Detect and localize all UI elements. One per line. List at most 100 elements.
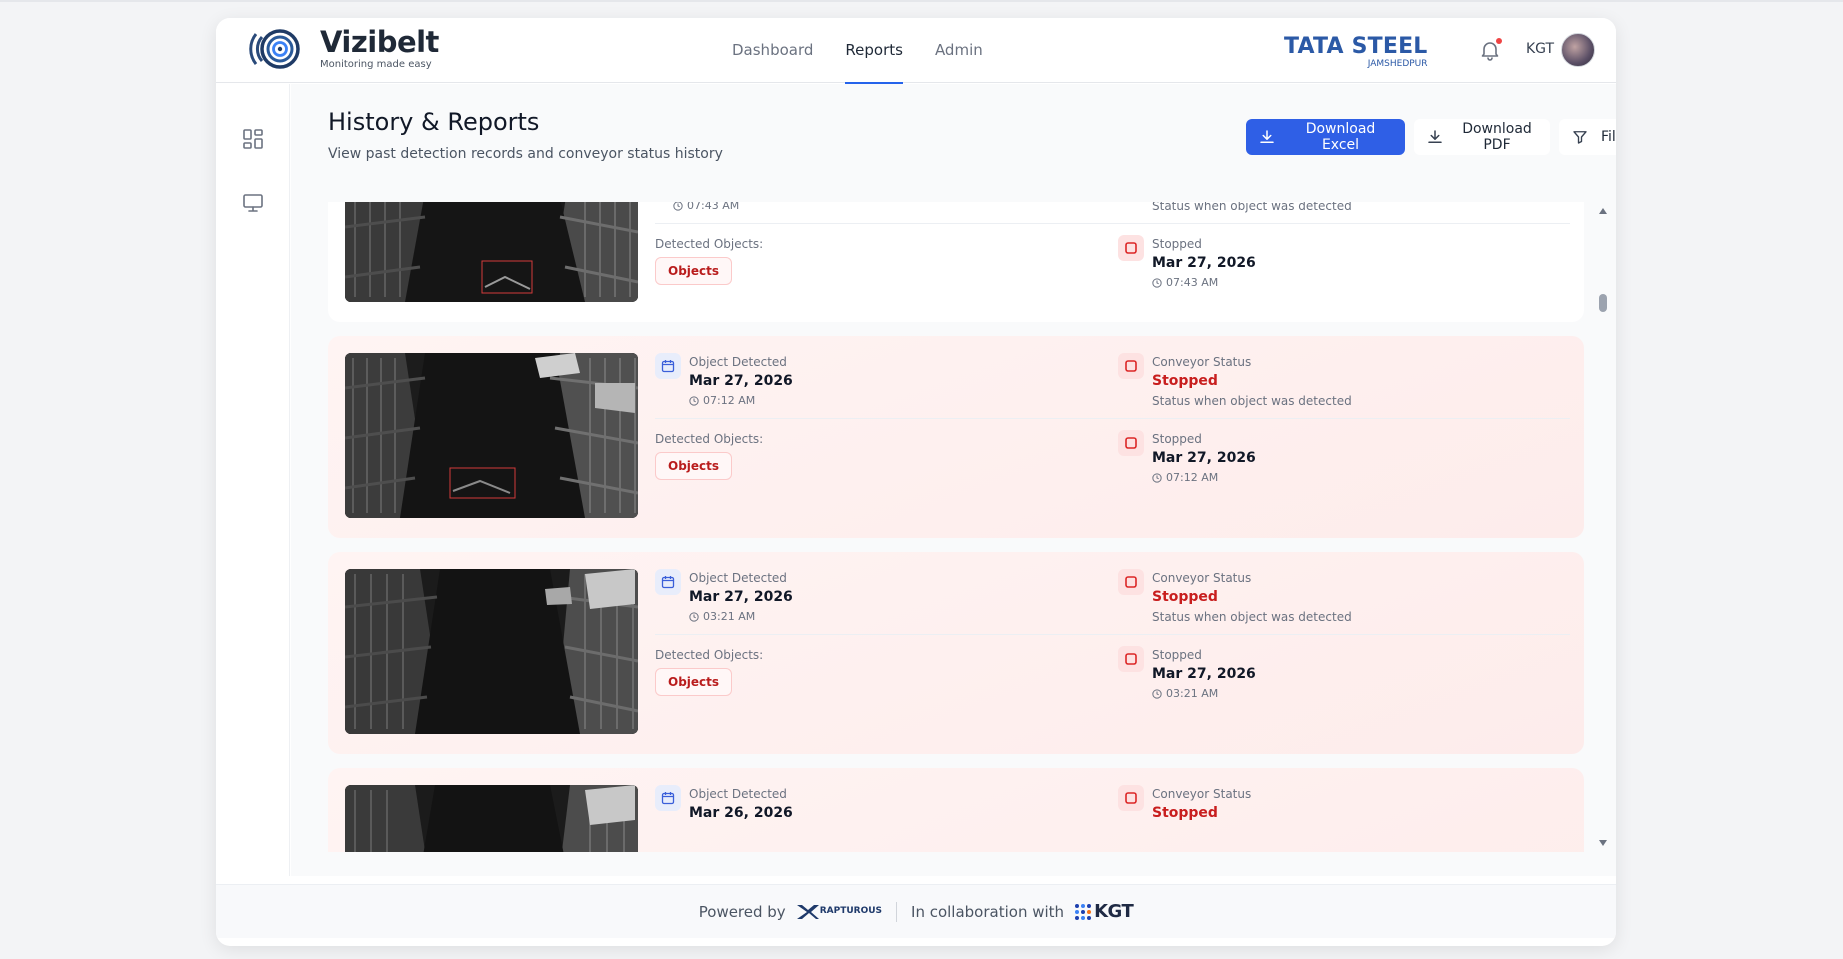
conveyor-status-value: Stopped [1152,373,1218,389]
card-divider [655,634,1570,635]
detection-snapshot[interactable] [345,785,638,852]
objects-chip[interactable]: Objects [655,257,733,285]
stopped-time: 07:43 AM [1152,276,1218,289]
filter-label: Filter [1601,129,1616,145]
nav-admin[interactable]: Admin [919,18,999,83]
detection-snapshot[interactable] [345,569,638,734]
stop-icon-box [1118,569,1144,595]
conveyor-status-label: Conveyor Status [1152,571,1252,585]
detected-time: 07:12 AM [689,394,755,407]
download-icon [1260,130,1274,143]
record-card: Object Detected Mar 27, 2026 07:12 AM Co… [328,336,1584,538]
objects-chip[interactable]: Objects [655,452,733,480]
main-nav: Dashboard Reports Admin [716,18,999,84]
conveyor-camera-image [345,569,638,734]
page-title: History & Reports [328,108,540,136]
window-top-border [0,0,1843,2]
stop-square-icon [1125,360,1137,372]
clock-icon [1152,472,1162,483]
stop-square-icon [1125,242,1137,254]
user-name[interactable]: KGT [1526,41,1554,57]
record-card: Object Detected Mar 27, 2026 03:21 AM Co… [328,552,1584,754]
stopped-time: 03:21 AM [1152,687,1218,700]
footer-separator [896,901,898,922]
powered-by-label: Powered by [698,902,786,921]
filter-button[interactable]: Filter [1559,119,1616,155]
record-card: Object Detected Mar 26, 2026 Conveyor St… [328,768,1584,852]
concentric-rings-logo-icon [249,29,300,69]
brand-name: TATA STEEL [1284,34,1428,59]
clock-icon [1152,688,1162,699]
page-subtitle: View past detection records and conveyor… [328,146,723,162]
card-divider [655,223,1570,224]
detected-objects-label: Detected Objects: [655,237,764,251]
detected-time: 03:21 AM [689,610,755,623]
collaboration-label: In collaboration with [911,902,1065,921]
scroll-thumb[interactable] [1599,294,1607,312]
records-scrollbar[interactable] [1597,202,1609,852]
stop-icon-box [1118,353,1144,379]
tata-steel-logo: TATA STEEL JAMSHEDPUR [1284,36,1428,69]
side-rail [216,84,290,876]
conveyor-camera-image [345,353,638,518]
download-excel-button[interactable]: Download Excel [1246,119,1405,155]
stopped-date: Mar 27, 2026 [1152,666,1256,682]
nav-dashboard[interactable]: Dashboard [716,18,829,83]
objects-chip[interactable]: Objects [655,668,733,696]
stopped-label: Stopped [1152,432,1202,446]
card-divider [655,418,1570,419]
record-card: 07:43 AM Status when object was detected… [328,202,1584,322]
status-note: Status when object was detected [1152,394,1352,408]
filter-funnel-icon [1573,131,1587,144]
clock-icon [689,395,699,406]
stop-icon-box [1118,235,1144,261]
status-note: Status when object was detected [1152,610,1352,624]
detected-date: Mar 26, 2026 [689,805,793,821]
rapturous-name: RAPTUROUS [819,906,883,916]
conveyor-camera-image [345,202,638,302]
conveyor-status-value: Stopped [1152,589,1218,605]
clock-icon [689,611,699,622]
download-pdf-label: Download PDF [1462,121,1532,153]
stop-icon-box [1118,430,1144,456]
conveyor-status-value: Stopped [1152,805,1218,821]
dashboard-grid-icon[interactable] [241,127,265,151]
main-content: History & Reports View past detection re… [291,84,1616,876]
detection-snapshot[interactable] [345,353,638,518]
calendar-icon-box [655,569,681,595]
object-detected-label: Object Detected [689,355,787,369]
nav-reports[interactable]: Reports [829,18,919,84]
stopped-label: Stopped [1152,237,1202,251]
clock-icon [1152,277,1162,288]
monitor-icon[interactable] [241,191,265,215]
detection-snapshot[interactable] [345,202,638,302]
conveyor-camera-image [345,785,638,852]
download-icon [1428,130,1442,143]
download-pdf-button[interactable]: Download PDF [1414,119,1550,155]
stopped-label: Stopped [1152,648,1202,662]
logo-name: Vizibelt [320,25,439,59]
kgt-logo: KGT [1074,902,1134,921]
stop-icon-box [1118,646,1144,672]
calendar-icon [661,792,675,805]
kgt-dots-logo-icon [1075,903,1092,920]
stop-icon-box [1118,785,1144,811]
object-detected-label: Object Detected [689,571,787,585]
vizibelt-logo[interactable]: Vizibelt Monitoring made easy [242,26,439,72]
stop-square-icon [1125,437,1137,449]
scroll-up-arrow-icon[interactable] [1599,208,1607,214]
app-window: Vizibelt Monitoring made easy Dashboard … [216,18,1616,946]
rapturous-logo: RAPTUROUS [796,903,882,921]
detected-date: Mar 27, 2026 [689,589,793,605]
scroll-down-arrow-icon[interactable] [1599,840,1607,846]
detected-objects-label: Detected Objects: [655,432,764,446]
user-avatar[interactable] [1561,33,1595,67]
calendar-icon-box [655,353,681,379]
notification-dot [1496,38,1502,44]
stop-square-icon [1125,576,1137,588]
records-list[interactable]: 07:43 AM Status when object was detected… [328,202,1598,852]
footer: Powered by RAPTUROUS In collaboration wi… [216,884,1616,938]
status-note: Status when object was detected [1152,202,1352,213]
stopped-time: 07:12 AM [1152,471,1218,484]
download-excel-label: Download Excel [1305,121,1376,153]
